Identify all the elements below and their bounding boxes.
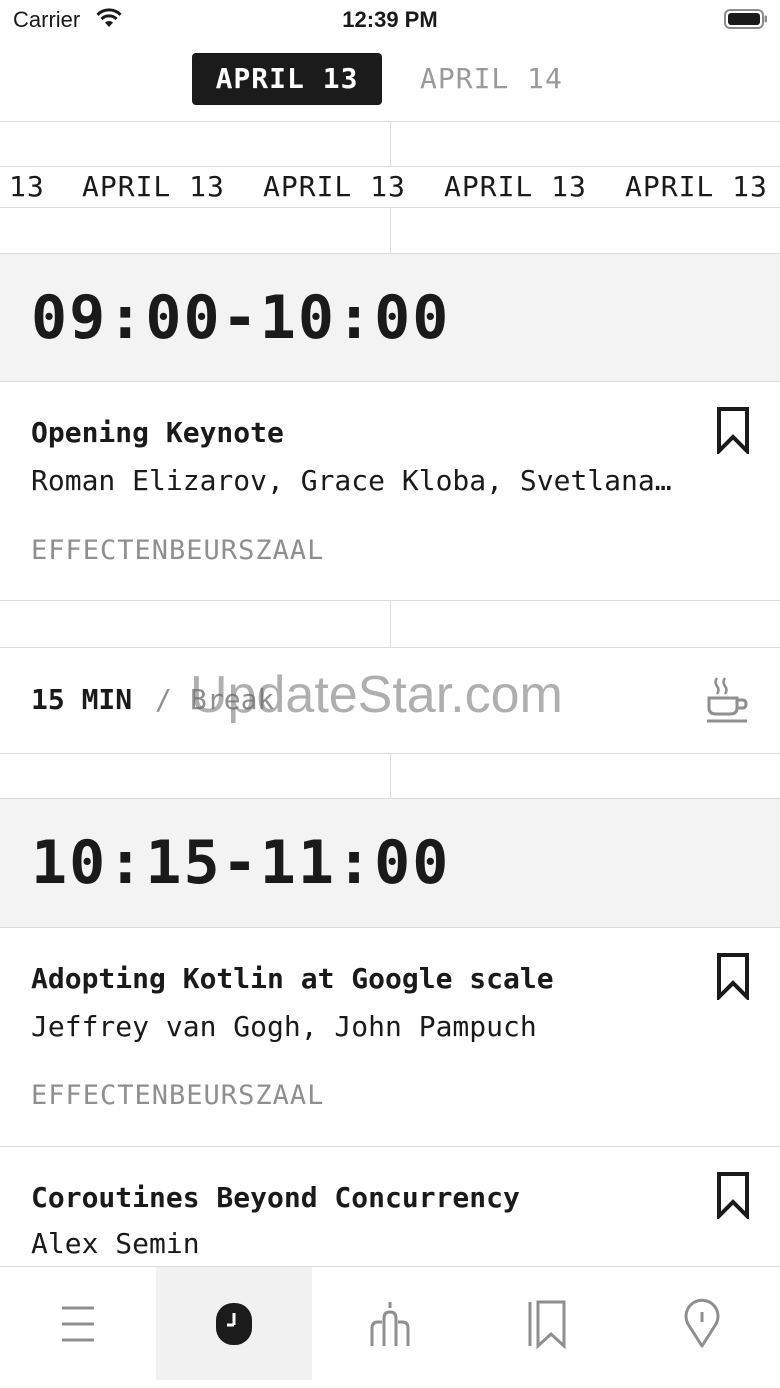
divider: [0, 253, 780, 254]
marquee-item: APRIL 13: [82, 170, 225, 203]
date-marquee: 13 APRIL 13 APRIL 13 APRIL 13 APRIL 13: [0, 166, 780, 207]
nav-bookmarks[interactable]: [468, 1267, 624, 1380]
bookmark-icon[interactable]: [716, 952, 750, 1000]
divider: [390, 753, 391, 798]
coffee-cup-icon: [707, 677, 748, 723]
session-title: Coroutines Beyond Concurrency: [31, 1181, 520, 1214]
session-speakers: Jeffrey van Gogh, John Pampuch: [31, 1010, 537, 1043]
bookmark-icon[interactable]: [716, 406, 750, 454]
time-slot-label: 09:00-10:00: [31, 283, 451, 353]
bookmarks-icon: [528, 1300, 566, 1349]
tab-april-14[interactable]: APRIL 14: [420, 53, 563, 105]
break-duration: 15 MIN: [31, 683, 133, 716]
session-room: EFFECTENBEURSZAAL: [31, 1080, 325, 1111]
marquee-item: APRIL 13: [625, 170, 768, 203]
status-bar: Carrier 12:39 PM: [0, 0, 780, 40]
session-card[interactable]: Adopting Kotlin at Google scale Jeffrey …: [0, 928, 780, 1146]
session-card[interactable]: Coroutines Beyond Concurrency Alex Semin: [0, 1147, 780, 1266]
session-speakers: Alex Semin: [31, 1227, 200, 1260]
session-card[interactable]: Opening Keynote Roman Elizarov, Grace Kl…: [0, 382, 780, 600]
location-pin-icon: [684, 1298, 720, 1347]
status-time: 12:39 PM: [342, 7, 438, 32]
marquee-item: APRIL 13: [444, 170, 587, 203]
divider: [390, 207, 391, 253]
nav-speakers[interactable]: [312, 1267, 468, 1380]
divider: [390, 600, 391, 647]
nav-location[interactable]: [624, 1267, 780, 1380]
clock-icon: [216, 1302, 252, 1345]
session-title: Adopting Kotlin at Google scale: [31, 962, 554, 995]
bookmark-icon[interactable]: [716, 1171, 750, 1219]
nav-menu[interactable]: [0, 1267, 156, 1380]
session-title: Opening Keynote: [31, 416, 284, 449]
watermark: UpdateStar.com: [190, 666, 563, 724]
speakers-icon: [370, 1301, 410, 1346]
bottom-nav: [0, 1266, 780, 1388]
battery-icon: [724, 9, 767, 29]
nav-schedule[interactable]: [156, 1267, 312, 1380]
break-separator: /: [155, 683, 172, 716]
marquee-item: 13: [9, 170, 45, 203]
time-slot-header: 10:15-11:00: [0, 798, 780, 927]
marquee-item: APRIL 13: [263, 170, 406, 203]
menu-icon: [62, 1306, 94, 1341]
divider: [0, 798, 780, 799]
divider: [390, 121, 391, 166]
time-slot-header: 09:00-10:00: [0, 253, 780, 381]
time-slot-label: 10:15-11:00: [31, 828, 451, 898]
session-room: EFFECTENBEURSZAAL: [31, 535, 325, 566]
tab-april-13[interactable]: APRIL 13: [192, 53, 382, 105]
session-speakers: Roman Elizarov, Grace Kloba, Svetlana…: [31, 464, 672, 497]
